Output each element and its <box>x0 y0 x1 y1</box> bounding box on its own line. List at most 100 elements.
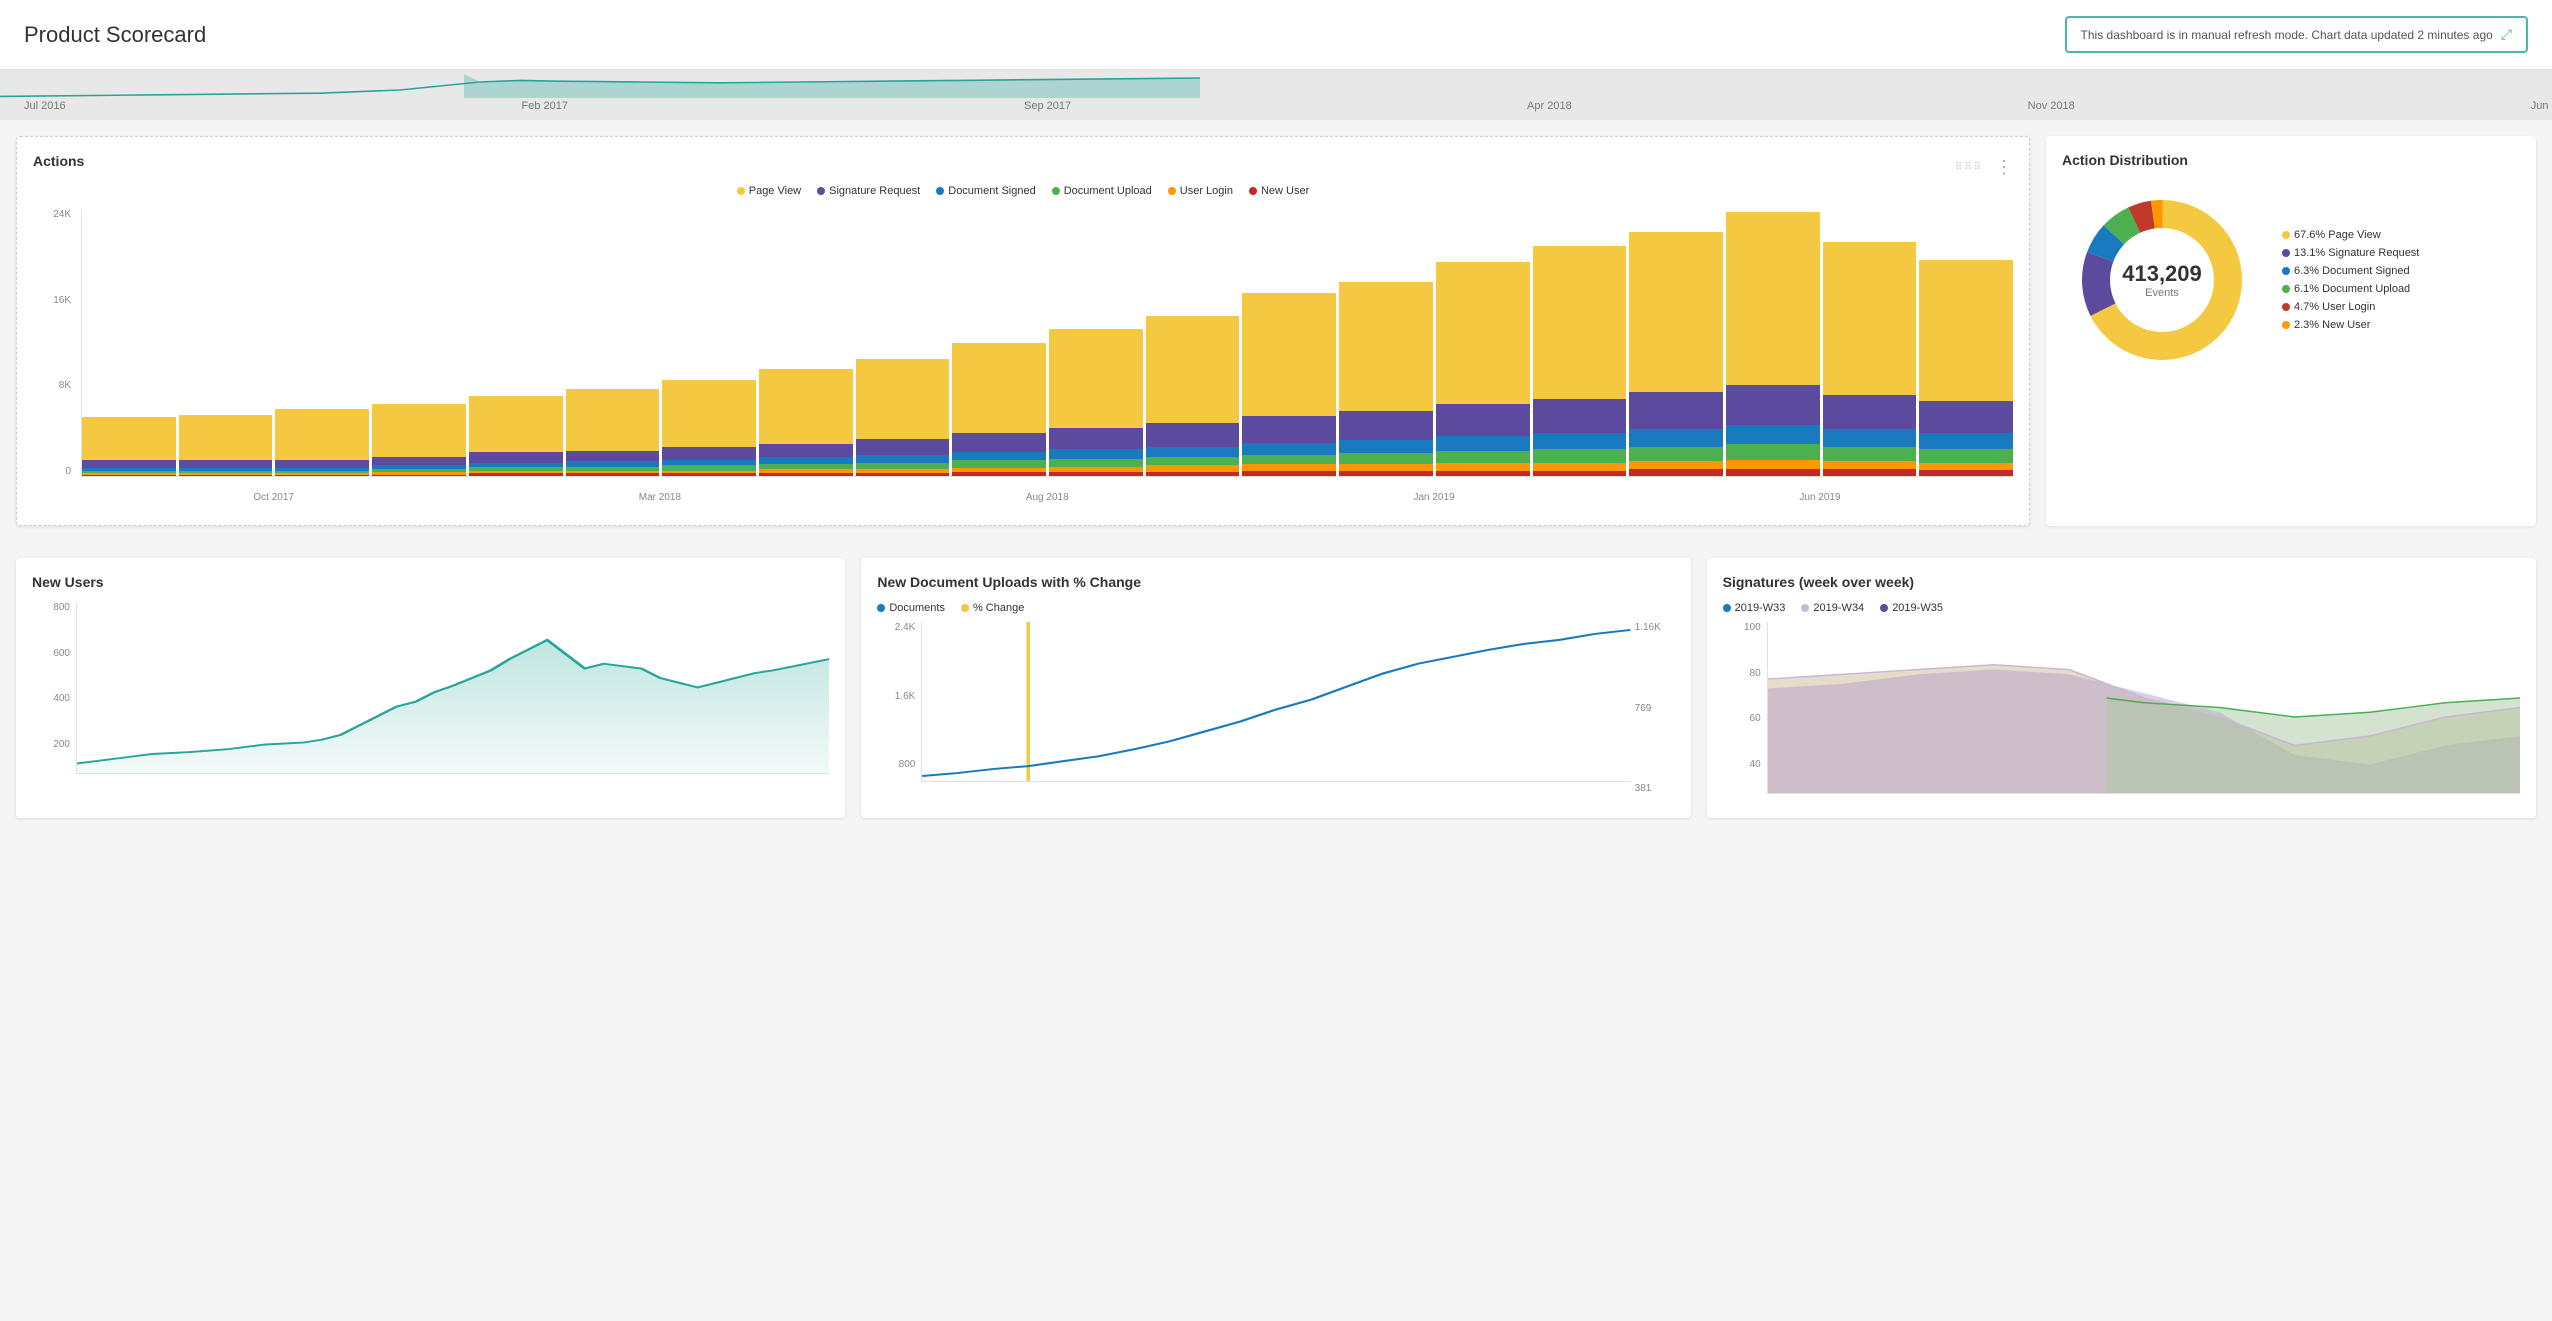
label-w34: 2019-W34 <box>1813 602 1864 614</box>
bar-segment-16-0 <box>1629 232 1723 392</box>
bar-group-0 <box>82 209 176 476</box>
legend-page-view: Page View <box>737 185 801 197</box>
donut-legend-doc-signed: 6.3% Document Signed <box>2282 265 2419 277</box>
legend-dot-new-user <box>1249 187 1257 195</box>
legend-label-doc-upload: Document Upload <box>1064 185 1152 197</box>
bar-segment-7-1 <box>759 444 853 457</box>
bar-segment-18-4 <box>1823 461 1917 469</box>
bar-segment-11-3 <box>1146 457 1240 465</box>
bar-segment-5-1 <box>566 451 660 462</box>
legend-dot-doc-signed <box>936 187 944 195</box>
bar-group-1 <box>179 209 273 476</box>
bar-segment-1-0 <box>179 415 273 460</box>
bar-segment-5-0 <box>566 389 660 450</box>
timeline-bar[interactable]: Jul 2016 Feb 2017 Sep 2017 Apr 2018 Nov … <box>0 70 2552 120</box>
bar-group-12 <box>1242 209 1336 476</box>
legend-label-user-login: User Login <box>1180 185 1233 197</box>
donut-dot-1 <box>2282 249 2290 257</box>
new-users-chart: 800 600 400 200 <box>32 602 829 782</box>
dot-documents <box>877 604 885 612</box>
timeline-label-4: Apr 2018 <box>1527 100 1572 112</box>
bar-segment-11-2 <box>1146 447 1240 458</box>
sig-y3: 60 <box>1750 713 1761 724</box>
action-distribution-card: Action Distribution 413,209 Events 67.6%… <box>2046 136 2536 526</box>
sig-y1: 100 <box>1744 622 1761 633</box>
donut-legend-doc-upload: 6.1% Document Upload <box>2282 283 2419 295</box>
nu-y3: 400 <box>53 693 70 704</box>
x-label-3: Aug 2018 <box>1026 492 1069 503</box>
bar-segment-8-1 <box>856 439 950 455</box>
new-users-y-labels: 800 600 400 200 <box>32 602 76 750</box>
legend-new-user: New User <box>1249 185 1309 197</box>
bar-segment-14-0 <box>1436 262 1530 404</box>
bar-segment-3-5 <box>372 475 466 476</box>
bar-segment-10-1 <box>1049 428 1143 449</box>
bar-segment-13-0 <box>1339 282 1433 410</box>
bar-segment-8-2 <box>856 455 950 463</box>
y-label-8k: 8K <box>59 380 71 391</box>
bar-segment-17-3 <box>1726 444 1820 460</box>
du-yl2: 1.6K <box>895 691 916 702</box>
legend-dot-page-view <box>737 187 745 195</box>
bar-group-13 <box>1339 209 1433 476</box>
donut-legend-user-login: 4.7% User Login <box>2282 301 2419 313</box>
bar-segment-9-3 <box>952 460 1046 468</box>
drag-handle: ⠿⠿⠿ <box>1955 162 1983 173</box>
bar-segment-17-4 <box>1726 460 1820 469</box>
legend-label-page-view: Page View <box>749 185 801 197</box>
donut-container: 413,209 Events 67.6% Page View 13.1% Sig… <box>2062 180 2520 380</box>
bar-segment-6-0 <box>662 380 756 447</box>
du-yl3: 800 <box>899 759 916 770</box>
legend-dot-user-login <box>1168 187 1176 195</box>
page-header: Product Scorecard This dashboard is in m… <box>0 0 2552 70</box>
bar-group-15 <box>1533 209 1627 476</box>
dot-w35 <box>1880 604 1888 612</box>
bar-group-10 <box>1049 209 1143 476</box>
bar-group-19 <box>1919 209 2013 476</box>
bar-chart-container: 24K 16K 8K 0 Oct 2017 Mar 2018 Aug 2018 … <box>33 209 2013 509</box>
bar-segment-1-1 <box>179 460 273 468</box>
legend-doc-upload: Document Upload <box>1052 185 1152 197</box>
bar-segment-17-1 <box>1726 385 1820 425</box>
bar-group-7 <box>759 209 853 476</box>
donut-label-0: 67.6% Page View <box>2294 229 2381 241</box>
bar-segment-10-3 <box>1049 459 1143 467</box>
new-users-card: New Users 800 600 400 200 <box>16 558 845 818</box>
bar-segment-15-3 <box>1533 449 1627 462</box>
timeline-label-5: Nov 2018 <box>2028 100 2075 112</box>
timeline-label-3: Sep 2017 <box>1024 100 1071 112</box>
y-label-16k: 16K <box>53 295 71 306</box>
donut-dot-5 <box>2282 321 2290 329</box>
x-label-2: Mar 2018 <box>639 492 681 503</box>
legend-w33: 2019-W33 <box>1723 602 1786 614</box>
bar-segment-14-5 <box>1436 471 1530 476</box>
donut-label-1: 13.1% Signature Request <box>2294 247 2419 259</box>
y-label-24k: 24K <box>53 209 71 220</box>
more-options-icon[interactable]: ⋮ <box>1995 157 2013 178</box>
bar-segment-13-5 <box>1339 471 1433 476</box>
bar-segment-18-3 <box>1823 447 1917 462</box>
bar-segment-6-1 <box>662 447 756 460</box>
donut-dot-3 <box>2282 285 2290 293</box>
bar-segment-3-0 <box>372 404 466 457</box>
donut-label-3: 6.1% Document Upload <box>2294 283 2410 295</box>
sig-y2: 80 <box>1750 668 1761 679</box>
bar-segment-14-3 <box>1436 451 1530 463</box>
refresh-text: This dashboard is in manual refresh mode… <box>2081 28 2493 42</box>
distribution-title: Action Distribution <box>2062 152 2520 168</box>
bar-segment-7-5 <box>759 473 853 476</box>
bar-segment-2-5 <box>275 475 369 476</box>
bar-segment-18-2 <box>1823 429 1917 446</box>
signatures-svg <box>1768 622 2520 793</box>
expand-icon[interactable]: ⤢ <box>2501 26 2512 43</box>
donut-label-4: 4.7% User Login <box>2294 301 2375 313</box>
actions-header: Actions ⠿⠿⠿ ⋮ <box>33 153 2013 181</box>
legend-documents: Documents <box>877 602 945 614</box>
timeline-label-1: Jul 2016 <box>24 100 66 112</box>
legend-doc-signed: Document Signed <box>936 185 1035 197</box>
dot-w33 <box>1723 604 1731 612</box>
bar-segment-12-1 <box>1242 416 1336 443</box>
timeline-labels: Jul 2016 Feb 2017 Sep 2017 Apr 2018 Nov … <box>24 100 2552 112</box>
bar-group-16 <box>1629 209 1723 476</box>
donut-legend-new-user: 2.3% New User <box>2282 319 2419 331</box>
